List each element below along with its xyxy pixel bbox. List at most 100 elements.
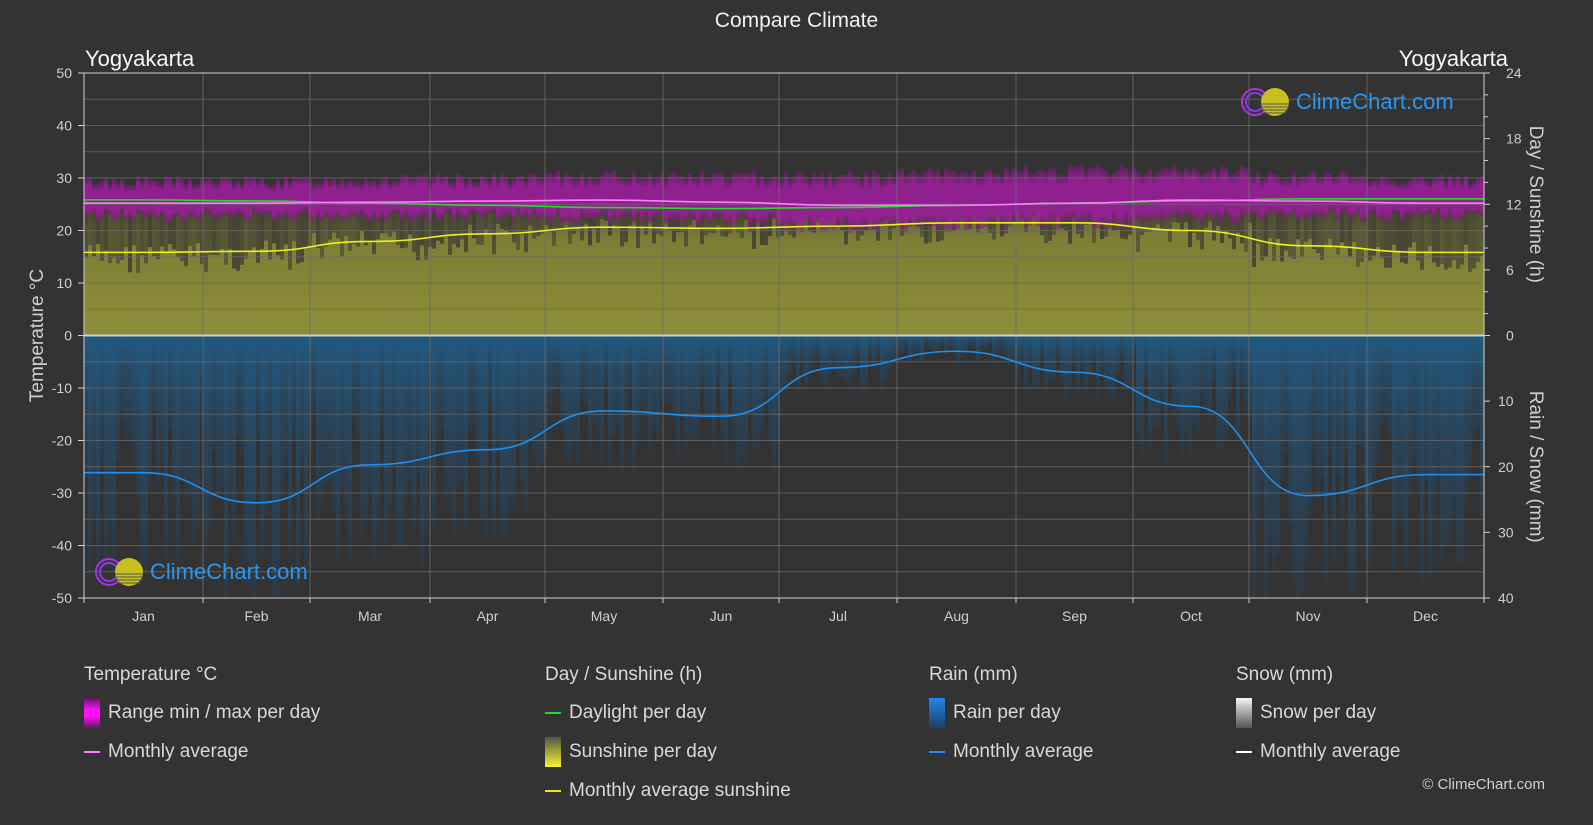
temperature-range-bar <box>1160 168 1164 219</box>
temperature-range-bar <box>1192 167 1196 221</box>
snow-swatch <box>1236 698 1252 728</box>
rain-day-bar <box>1368 335 1372 571</box>
rain-day-bar <box>1444 335 1448 547</box>
rain-day-bar <box>860 335 864 392</box>
temperature-range-bar <box>708 177 712 225</box>
temperature-range-bar <box>820 173 824 232</box>
temperature-range-bar <box>328 181 332 222</box>
temperature-range-bar <box>556 170 560 215</box>
rain-day-bar <box>844 335 848 382</box>
rain-day-bar <box>884 335 888 380</box>
temperature-range-bar <box>1136 171 1140 220</box>
left-tick-label: -10 <box>52 380 72 396</box>
rain-day-bar <box>932 335 936 351</box>
rain-day-bar <box>1144 335 1148 381</box>
rain-day-bar <box>1040 335 1044 360</box>
rain-day-bar <box>500 335 504 537</box>
temperature-range-bar <box>1180 172 1184 220</box>
rain-day-bar <box>756 335 760 450</box>
rain-day-bar <box>496 335 500 453</box>
temperature-range-bar <box>332 178 336 220</box>
rain-day-bar <box>456 335 460 488</box>
temperature-range-bar <box>1140 175 1144 223</box>
temperature-range-bar <box>1332 178 1336 213</box>
rain-day-bar <box>1236 335 1240 442</box>
temperature-range-bar <box>1380 176 1384 219</box>
temperature-range-bar <box>1092 167 1096 228</box>
rain-day-bar <box>468 335 472 432</box>
temperature-range-bar <box>468 177 472 215</box>
rain-day-bar <box>624 335 628 417</box>
legend-heading: Snow (mm) <box>1236 664 1334 685</box>
temperature-range-bar <box>536 177 540 220</box>
temperature-range-bar <box>1044 171 1048 228</box>
temperature-range-bar <box>1420 176 1424 216</box>
temperature-range-bar <box>876 172 880 233</box>
temperature-range-bar <box>1464 175 1468 214</box>
rain-day-bar <box>608 335 612 468</box>
sunshine-day-bar <box>1012 205 1016 336</box>
rain-day-bar <box>600 335 604 461</box>
temperature-range-bar <box>1164 167 1168 223</box>
rain-day-bar <box>592 335 596 424</box>
rain-day-bar <box>408 335 412 482</box>
temperature-range-bar <box>296 178 300 218</box>
rain-day-bar <box>280 335 284 496</box>
rain-day-bar <box>720 335 724 440</box>
rain-day-bar <box>1124 335 1128 385</box>
x-tick-label: Jan <box>132 608 155 624</box>
temperature-range-bar <box>812 173 816 233</box>
rain-day-bar <box>244 335 248 563</box>
rain-day-bar <box>836 335 840 378</box>
temperature-range-bar <box>1308 172 1312 219</box>
temperature-range-bar <box>1080 164 1084 223</box>
rain-day-bar <box>1272 335 1276 572</box>
temperature-range-bar <box>1232 173 1236 224</box>
rain-day-bar <box>536 335 540 471</box>
rain-day-bar <box>1004 335 1008 356</box>
rain-day-bar <box>696 335 700 437</box>
rain-day-bar <box>92 335 96 520</box>
rain-day-bar <box>1060 335 1064 382</box>
temperature-range-bar <box>92 184 96 214</box>
legend-item-daylight: Daylight per day <box>545 702 791 724</box>
temperature-range-bar <box>1056 174 1060 230</box>
rain-day-bar <box>116 335 120 461</box>
rain-day-bar <box>400 335 404 548</box>
temperature-range-bar <box>524 180 528 217</box>
temperature-range-bar <box>680 175 684 224</box>
temperature-range-bar <box>804 176 808 226</box>
rain-day-bar <box>740 335 744 457</box>
rain-day-bar <box>856 335 860 360</box>
rain-day-bar <box>1000 335 1004 350</box>
rain-day-bar <box>644 335 648 419</box>
rain-day-bar <box>216 335 220 498</box>
rain-day-bar <box>1276 335 1280 557</box>
rain-day-bar <box>1392 335 1396 570</box>
rain-day-bar <box>612 335 616 436</box>
rain-day-bar <box>1220 335 1224 452</box>
temperature-range-bar <box>1316 177 1320 217</box>
temperature-range-bar <box>704 178 708 220</box>
rain-day-bar <box>1400 335 1404 529</box>
temperature-range-bar <box>540 178 544 219</box>
temperature-range-bar <box>196 183 200 222</box>
temperature-range-bar <box>224 177 228 216</box>
right-bottom-tick-label: 40 <box>1498 590 1514 606</box>
rain-day-bar <box>800 335 804 365</box>
temperature-range-bar <box>596 179 600 218</box>
temperature-range-bar <box>600 174 604 215</box>
logo-bottom[interactable]: ClimeChart.com <box>94 556 308 588</box>
temperature-range-bar <box>484 177 488 216</box>
temperature-range-bar <box>884 178 888 224</box>
temperature-range-bar <box>1120 165 1124 230</box>
temperature-range-bar <box>1416 177 1420 214</box>
rain-day-bar <box>1152 335 1156 425</box>
temperature-range-bar <box>960 171 964 224</box>
left-tick-label: 20 <box>56 223 72 239</box>
rain-day-bar <box>768 335 772 443</box>
logo-top[interactable]: ClimeChart.com <box>1240 86 1454 118</box>
rain-day-bar <box>656 335 660 442</box>
temperature-range-bar <box>448 181 452 214</box>
temperature-range-bar <box>1448 174 1452 216</box>
